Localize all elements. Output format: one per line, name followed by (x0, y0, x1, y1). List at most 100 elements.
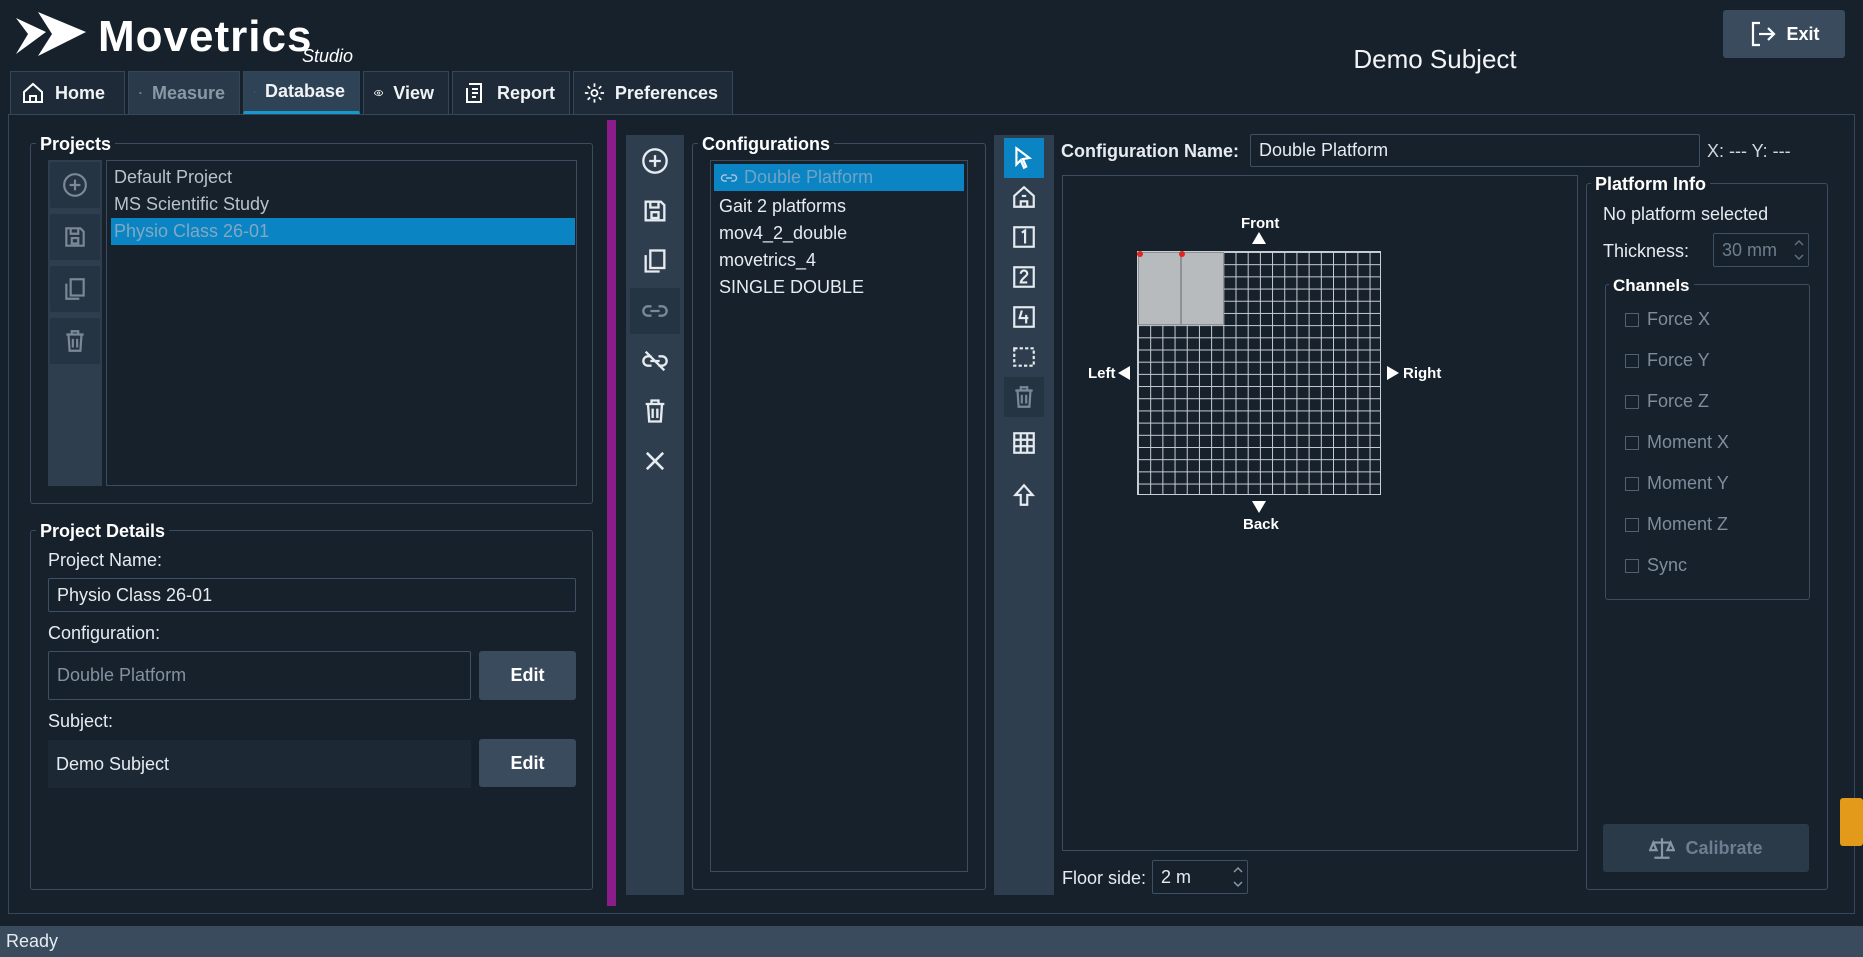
platform-status-text: No platform selected (1603, 204, 1769, 224)
channel-force-z[interactable]: Force Z (1625, 391, 1709, 412)
side-dock-icon[interactable] (1840, 798, 1863, 846)
database-icon (254, 91, 255, 92)
tab-preferences[interactable]: Preferences (573, 71, 733, 114)
channel-moment-z[interactable]: Moment Z (1625, 514, 1728, 535)
configurations-list: Double Platform Gait 2 platforms mov4_2_… (710, 160, 968, 872)
select-tool-button[interactable] (1004, 138, 1044, 178)
arrow-up-icon (1012, 483, 1036, 506)
channel-sync[interactable]: Sync (1625, 555, 1687, 576)
config-item-movetrics4[interactable]: movetrics_4 (714, 247, 964, 274)
channel-moment-y[interactable]: Moment Y (1625, 473, 1729, 494)
config-item-mov4[interactable]: mov4_2_double (714, 220, 964, 247)
configurations-title: Configurations (698, 134, 834, 155)
thickness-value: 30 mm (1722, 239, 1778, 260)
save-icon (644, 200, 666, 222)
number-one-icon (1013, 226, 1035, 248)
close-icon (645, 451, 665, 471)
home-position-button[interactable] (1004, 177, 1044, 217)
project-item-physio[interactable]: Physio Class 26-01 (111, 218, 575, 245)
project-item-ms-study[interactable]: MS Scientific Study (111, 191, 575, 218)
checkbox[interactable] (1625, 394, 1639, 409)
project-name-field[interactable]: Physio Class 26-01 (48, 578, 576, 612)
add-two-platforms-button[interactable] (1004, 257, 1044, 297)
checkbox[interactable] (1625, 435, 1639, 450)
tab-view-label: View (393, 82, 434, 103)
scale-icon (1649, 838, 1676, 859)
projects-toolbar (48, 160, 102, 486)
back-arrow-icon (1252, 501, 1266, 513)
channel-label: Force Y (1647, 350, 1710, 370)
save-project-button[interactable] (50, 214, 100, 260)
tab-report-label: Report (497, 82, 555, 103)
delete-platform-button[interactable] (1004, 377, 1044, 417)
config-item-single-double[interactable]: SINGLE DOUBLE (714, 274, 964, 301)
delete-project-button[interactable] (50, 318, 100, 364)
exit-label: Exit (1786, 23, 1820, 44)
platform-1-origin-marker (1137, 251, 1143, 257)
save-icon (65, 227, 85, 247)
checkbox[interactable] (1625, 558, 1639, 573)
configuration-name-field[interactable]: Double Platform (1250, 134, 1700, 167)
tab-measure-label: Measure (151, 82, 225, 103)
tab-database[interactable]: Database (243, 71, 360, 114)
project-name-label: Project Name: (48, 550, 163, 570)
tab-report[interactable]: Report (452, 71, 570, 114)
save-configuration-button[interactable] (630, 188, 680, 234)
tab-preferences-label: Preferences (614, 82, 718, 103)
copy-configuration-button[interactable] (630, 238, 680, 284)
channel-label: Force Z (1647, 391, 1710, 411)
add-configuration-button[interactable] (630, 138, 680, 184)
exit-button[interactable]: Exit (1723, 10, 1845, 58)
gear-icon (584, 83, 605, 103)
add-project-button[interactable] (50, 162, 100, 208)
config-item-gait[interactable]: Gait 2 platforms (714, 193, 964, 220)
platform-info-title: Platform Info (1591, 174, 1710, 195)
link-icon (720, 174, 738, 182)
add-four-platforms-button[interactable] (1004, 297, 1044, 337)
selection-box-button[interactable] (1004, 337, 1044, 377)
checkbox[interactable] (1625, 517, 1639, 532)
configuration-label: Configuration: (48, 623, 161, 643)
exit-icon (1752, 21, 1777, 47)
grid-toggle-button[interactable] (1004, 423, 1044, 463)
thickness-spinbox: 30 mm (1713, 233, 1809, 267)
copy-project-button[interactable] (50, 266, 100, 312)
trash-icon (66, 330, 84, 352)
channel-moment-x[interactable]: Moment X (1625, 432, 1729, 453)
checkbox[interactable] (1625, 353, 1639, 368)
channel-force-x[interactable]: Force X (1625, 309, 1710, 330)
floor-side-spinbox[interactable]: 2 m (1152, 860, 1248, 894)
checkbox[interactable] (1625, 312, 1639, 327)
project-item-default[interactable]: Default Project (111, 164, 575, 191)
force-platform-1[interactable] (1138, 252, 1181, 325)
home-icon (23, 82, 43, 103)
tab-view[interactable]: View (363, 71, 449, 114)
panel-splitter[interactable] (607, 120, 616, 906)
tab-measure[interactable]: Measure (128, 71, 240, 114)
link-configuration-button[interactable] (630, 288, 680, 334)
building-icon (1013, 185, 1035, 208)
number-four-icon (1013, 306, 1035, 328)
spin-arrows-icon[interactable] (1231, 863, 1245, 891)
channel-force-y[interactable]: Force Y (1625, 350, 1710, 371)
move-up-button[interactable] (1004, 475, 1044, 515)
unlink-configuration-button[interactable] (630, 338, 680, 384)
floor-side-label: Floor side: (1062, 868, 1147, 888)
add-one-platform-button[interactable] (1004, 217, 1044, 257)
channel-label: Force X (1647, 309, 1711, 329)
unlink-icon (642, 350, 668, 372)
edit-configuration-button[interactable]: Edit (479, 651, 576, 700)
tab-home[interactable]: Home (10, 71, 125, 114)
edit-subject-button[interactable]: Edit (479, 739, 576, 787)
close-configuration-button[interactable] (630, 438, 680, 484)
calibrate-button[interactable]: Calibrate (1603, 824, 1809, 872)
floor-grid[interactable] (1137, 251, 1381, 495)
delete-configuration-button[interactable] (630, 388, 680, 434)
force-platform-2[interactable] (1181, 252, 1224, 325)
spin-arrows-icon (1794, 239, 1804, 261)
front-label: Front (1241, 215, 1280, 232)
trash-icon (645, 399, 665, 423)
channel-label: Sync (1647, 555, 1688, 575)
config-item-double-platform[interactable]: Double Platform (714, 164, 964, 191)
checkbox[interactable] (1625, 476, 1639, 491)
